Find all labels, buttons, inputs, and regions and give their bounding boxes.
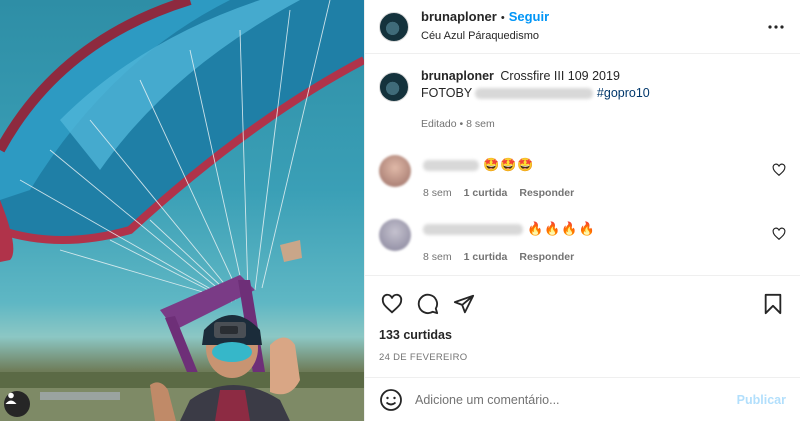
comment-avatar[interactable]: [379, 155, 411, 187]
comment-likes[interactable]: 1 curtida: [464, 251, 508, 263]
comment-text: 🤩🤩🤩: [483, 157, 535, 172]
comment-text: 🔥🔥🔥🔥: [527, 221, 596, 236]
comments-area: brunaploner Crossfire III 109 2019 FOTOB…: [365, 54, 800, 275]
user-tag-icon: [5, 392, 17, 404]
post-side-panel: brunaploner • Seguir Céu Azul Páraquedismo…: [364, 0, 800, 421]
publish-button[interactable]: Publicar: [737, 393, 786, 407]
comment-button[interactable]: [415, 291, 441, 317]
comment-input[interactable]: [415, 392, 737, 407]
comment-like-icon[interactable]: [772, 227, 786, 241]
comment-time[interactable]: 8 sem: [423, 251, 452, 263]
more-options-button[interactable]: [766, 17, 786, 37]
save-button[interactable]: [760, 291, 786, 317]
post-caption: brunaploner Crossfire III 109 2019 FOTOB…: [379, 68, 786, 133]
user-tag-button[interactable]: [4, 391, 30, 417]
comment-likes[interactable]: 1 curtida: [464, 187, 508, 199]
author-username[interactable]: brunaploner: [421, 9, 497, 24]
blurred-mention: [475, 88, 594, 100]
post-actions: 133 curtidas 24 DE FEVEREIRO: [365, 275, 800, 363]
more-options-icon: [768, 25, 784, 29]
caption-meta-separator: •: [459, 118, 464, 130]
bookmark-icon: [764, 293, 782, 315]
author-meta: brunaploner • Seguir Céu Azul Páraquedismo: [421, 9, 549, 44]
comment-meta: 8 sem 1 curtida Responder: [423, 251, 596, 263]
follow-button[interactable]: Seguir: [509, 9, 549, 24]
comment-meta: 8 sem 1 curtida Responder: [423, 187, 574, 199]
comment-body: 🤩🤩🤩 8 sem 1 curtida Responder: [423, 155, 574, 199]
post-photo[interactable]: [0, 0, 364, 421]
comment-item: 🤩🤩🤩 8 sem 1 curtida Responder: [379, 155, 786, 199]
caption-meta: Editado • 8 sem: [421, 116, 650, 133]
author-avatar[interactable]: [379, 11, 409, 42]
comment-time[interactable]: 8 sem: [423, 187, 452, 199]
reply-button[interactable]: Responder: [519, 187, 574, 199]
caption-time[interactable]: 8 sem: [466, 118, 495, 130]
caption-avatar[interactable]: [379, 72, 409, 102]
likes-count[interactable]: 133 curtidas: [379, 328, 786, 342]
blurred-username[interactable]: [423, 159, 479, 171]
separator-dot: •: [500, 12, 505, 24]
comment-composer: Publicar: [365, 377, 800, 421]
share-button[interactable]: [451, 291, 477, 317]
caption-hashtag[interactable]: #gopro10: [597, 86, 650, 100]
blurred-username[interactable]: [423, 223, 523, 235]
heart-icon: [381, 293, 403, 314]
post-location[interactable]: Céu Azul Páraquedismo: [421, 28, 549, 44]
post-dialog: brunaploner • Seguir Céu Azul Páraquedismo…: [0, 0, 800, 421]
comment-item: 🔥🔥🔥🔥 8 sem 1 curtida Responder: [379, 219, 786, 263]
comment-avatar[interactable]: [379, 219, 411, 251]
like-button[interactable]: [379, 291, 405, 317]
caption-body: Crossfire III 109 2019: [500, 69, 620, 83]
edited-label: Editado: [421, 118, 457, 130]
post-date[interactable]: 24 DE FEVEREIRO: [379, 352, 786, 363]
post-header: brunaploner • Seguir Céu Azul Páraquedismo: [365, 0, 800, 54]
comment-like-icon[interactable]: [772, 163, 786, 177]
reply-button[interactable]: Responder: [519, 251, 574, 263]
caption-username[interactable]: brunaploner: [421, 69, 494, 83]
skydiver-canopy-image: [0, 0, 364, 421]
comment-icon: [417, 293, 439, 315]
action-icons: [379, 284, 786, 324]
send-icon: [453, 294, 475, 314]
caption-photo-credit-label: FOTOBY: [421, 86, 472, 100]
comment-body: 🔥🔥🔥🔥 8 sem 1 curtida Responder: [423, 219, 596, 263]
caption-text: brunaploner Crossfire III 109 2019 FOTOB…: [421, 68, 650, 133]
emoji-icon[interactable]: [379, 388, 403, 412]
